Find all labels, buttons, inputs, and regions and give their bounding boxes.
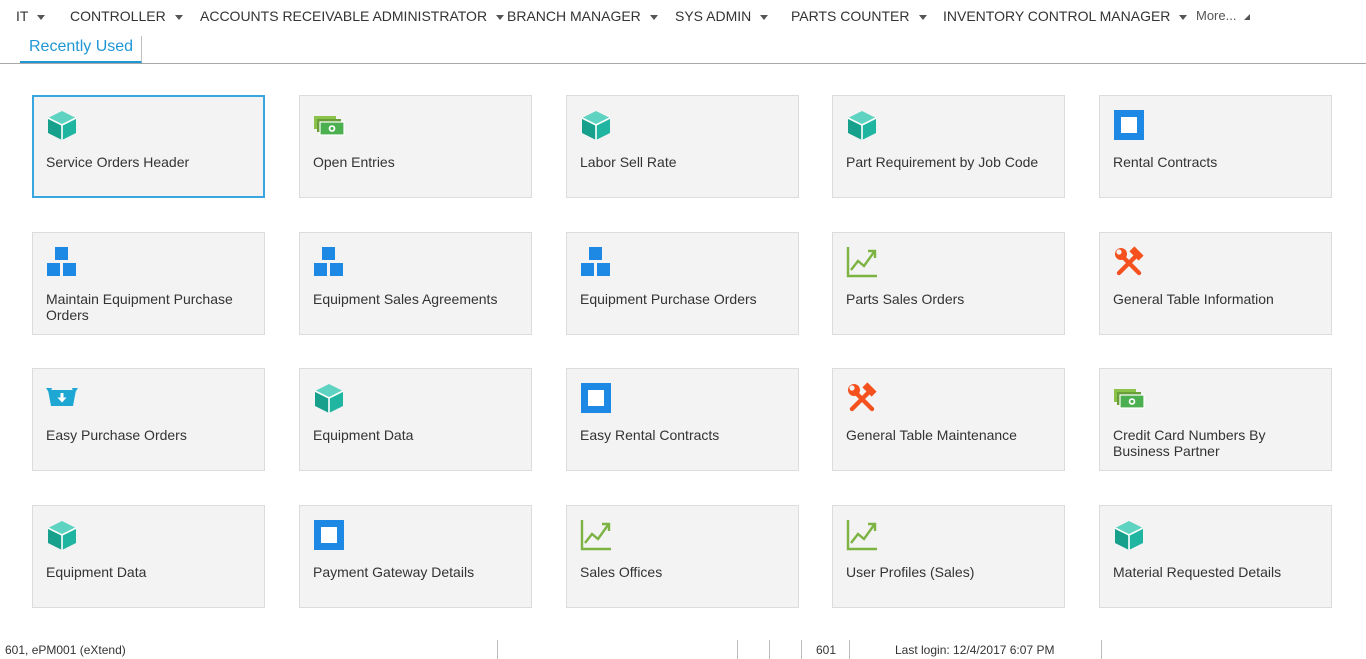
nav-branch-manager-label: BRANCH MANAGER bbox=[507, 8, 641, 24]
tile-label: General Table Information bbox=[1113, 291, 1274, 307]
status-divider bbox=[849, 640, 850, 659]
tile-label: Equipment Sales Agreements bbox=[313, 291, 498, 307]
nav-more-label: More... bbox=[1196, 8, 1237, 23]
tile-label: Labor Sell Rate bbox=[580, 154, 677, 170]
role-menu-bar: IT CONTROLLER ACCOUNTS RECEIVABLE ADMINI… bbox=[0, 0, 1366, 32]
tile-label: Open Entries bbox=[313, 154, 395, 170]
blocks-icon bbox=[46, 246, 78, 278]
chevron-down-icon bbox=[760, 14, 769, 20]
tile-labor-sell-rate[interactable]: Labor Sell Rate bbox=[566, 95, 799, 198]
status-divider bbox=[769, 640, 770, 659]
nav-inventory-control-manager-label: INVENTORY CONTROL MANAGER bbox=[943, 8, 1171, 24]
cube-icon bbox=[580, 109, 612, 141]
nav-inventory-control-manager[interactable]: INVENTORY CONTROL MANAGER bbox=[943, 8, 1188, 24]
tile-label: Easy Rental Contracts bbox=[580, 427, 720, 443]
money-icon bbox=[1113, 382, 1145, 414]
tile-easy-rental-contracts[interactable]: Easy Rental Contracts bbox=[566, 368, 799, 471]
tile-open-entries[interactable]: Open Entries bbox=[299, 95, 532, 198]
blue-square-icon bbox=[1113, 109, 1145, 141]
tile-label: Easy Purchase Orders bbox=[46, 427, 187, 443]
tile-equipment-data[interactable]: Equipment Data bbox=[299, 368, 532, 471]
tile-label: Equipment Data bbox=[46, 564, 147, 580]
chevron-down-icon bbox=[496, 14, 505, 20]
money-icon bbox=[313, 109, 345, 141]
tile-easy-purchase-orders[interactable]: Easy Purchase Orders bbox=[32, 368, 265, 471]
chart-up-icon bbox=[846, 246, 878, 278]
tile-user-profiles-sales[interactable]: User Profiles (Sales) bbox=[832, 505, 1065, 608]
tile-label: Parts Sales Orders bbox=[846, 291, 965, 307]
tile-label: Maintain Equipment Purchase Orders bbox=[46, 291, 233, 323]
status-divider bbox=[497, 640, 498, 659]
cube-icon bbox=[846, 109, 878, 141]
chart-up-icon bbox=[580, 519, 612, 551]
tile-label: Sales Offices bbox=[580, 564, 663, 580]
tile-service-orders-header[interactable]: Service Orders Header bbox=[32, 95, 265, 198]
blue-square-icon bbox=[313, 519, 345, 551]
tab-strip: Recently Used bbox=[0, 36, 1366, 64]
tile-credit-card-numbers-by-business-partner[interactable]: Credit Card Numbers By Business Partner bbox=[1099, 368, 1332, 471]
cube-icon bbox=[1113, 519, 1145, 551]
nav-controller[interactable]: CONTROLLER bbox=[70, 8, 183, 24]
tile-parts-sales-orders[interactable]: Parts Sales Orders bbox=[832, 232, 1065, 335]
status-session: 601, ePM001 (eXtend) bbox=[5, 643, 126, 657]
tools-icon bbox=[846, 382, 878, 414]
tile-material-requested-details[interactable]: Material Requested Details bbox=[1099, 505, 1332, 608]
tile-label: Part Requirement by Job Code bbox=[846, 154, 1039, 170]
tile-payment-gateway-details[interactable]: Payment Gateway Details bbox=[299, 505, 532, 608]
tile-label: Payment Gateway Details bbox=[313, 564, 475, 580]
nav-controller-label: CONTROLLER bbox=[70, 8, 166, 24]
tile-general-table-information[interactable]: General Table Information bbox=[1099, 232, 1332, 335]
nav-branch-manager[interactable]: BRANCH MANAGER bbox=[507, 8, 658, 24]
chevron-down-icon bbox=[1179, 14, 1188, 20]
tab-recently-used[interactable]: Recently Used bbox=[20, 36, 143, 63]
status-divider bbox=[737, 640, 738, 659]
blocks-icon bbox=[313, 246, 345, 278]
nav-more[interactable]: More... bbox=[1196, 8, 1251, 24]
nav-sys-admin[interactable]: SYS ADMIN bbox=[675, 8, 769, 24]
tile-label: Credit Card Numbers By Business Partner bbox=[1113, 427, 1266, 459]
nav-accounts-receivable-administrator[interactable]: ACCOUNTS RECEIVABLE ADMINISTRATOR bbox=[200, 8, 505, 24]
status-company: 601 bbox=[816, 643, 837, 657]
tile-general-table-maintenance[interactable]: General Table Maintenance bbox=[832, 368, 1065, 471]
cube-icon bbox=[46, 109, 78, 141]
status-last-login: Last login: 12/4/2017 6:07 PM bbox=[895, 643, 1055, 657]
tile-equipment-data[interactable]: Equipment Data bbox=[32, 505, 265, 608]
chevron-down-icon bbox=[918, 14, 927, 20]
tile-label: Service Orders Header bbox=[46, 154, 190, 170]
nav-it-label: IT bbox=[16, 8, 29, 24]
chevron-down-icon bbox=[174, 14, 183, 20]
status-divider bbox=[801, 640, 802, 659]
nav-parts-counter-label: PARTS COUNTER bbox=[791, 8, 910, 24]
tile-label: General Table Maintenance bbox=[846, 427, 1017, 443]
cube-icon bbox=[313, 382, 345, 414]
inbox-down-icon bbox=[46, 382, 78, 414]
chevron-down-icon bbox=[649, 14, 658, 20]
cube-icon bbox=[46, 519, 78, 551]
tile-label: Equipment Purchase Orders bbox=[580, 291, 757, 307]
tile-label: Material Requested Details bbox=[1113, 564, 1282, 580]
chevron-down-icon bbox=[37, 14, 46, 20]
blocks-icon bbox=[580, 246, 612, 278]
tile-label: Rental Contracts bbox=[1113, 154, 1218, 170]
tile-rental-contracts[interactable]: Rental Contracts bbox=[1099, 95, 1332, 198]
tile-equipment-sales-agreements[interactable]: Equipment Sales Agreements bbox=[299, 232, 532, 335]
nav-accounts-receivable-administrator-label: ACCOUNTS RECEIVABLE ADMINISTRATOR bbox=[200, 8, 488, 24]
tile-label: User Profiles (Sales) bbox=[846, 564, 975, 580]
tile-maintain-equipment-purchase-orders[interactable]: Maintain Equipment Purchase Orders bbox=[32, 232, 265, 335]
tools-icon bbox=[1113, 246, 1145, 278]
tile-label: Equipment Data bbox=[313, 427, 414, 443]
chart-up-icon bbox=[846, 519, 878, 551]
nav-sys-admin-label: SYS ADMIN bbox=[675, 8, 752, 24]
expand-triangle-icon bbox=[1244, 13, 1251, 20]
nav-it[interactable]: IT bbox=[16, 8, 46, 24]
tile-part-requirement-by-job-code[interactable]: Part Requirement by Job Code bbox=[832, 95, 1065, 198]
status-divider bbox=[1101, 640, 1102, 659]
blue-square-icon bbox=[580, 382, 612, 414]
tile-sales-offices[interactable]: Sales Offices bbox=[566, 505, 799, 608]
tile-equipment-purchase-orders[interactable]: Equipment Purchase Orders bbox=[566, 232, 799, 335]
status-bar: 601, ePM001 (eXtend) 601 Last login: 12/… bbox=[0, 638, 1366, 659]
nav-parts-counter[interactable]: PARTS COUNTER bbox=[791, 8, 927, 24]
